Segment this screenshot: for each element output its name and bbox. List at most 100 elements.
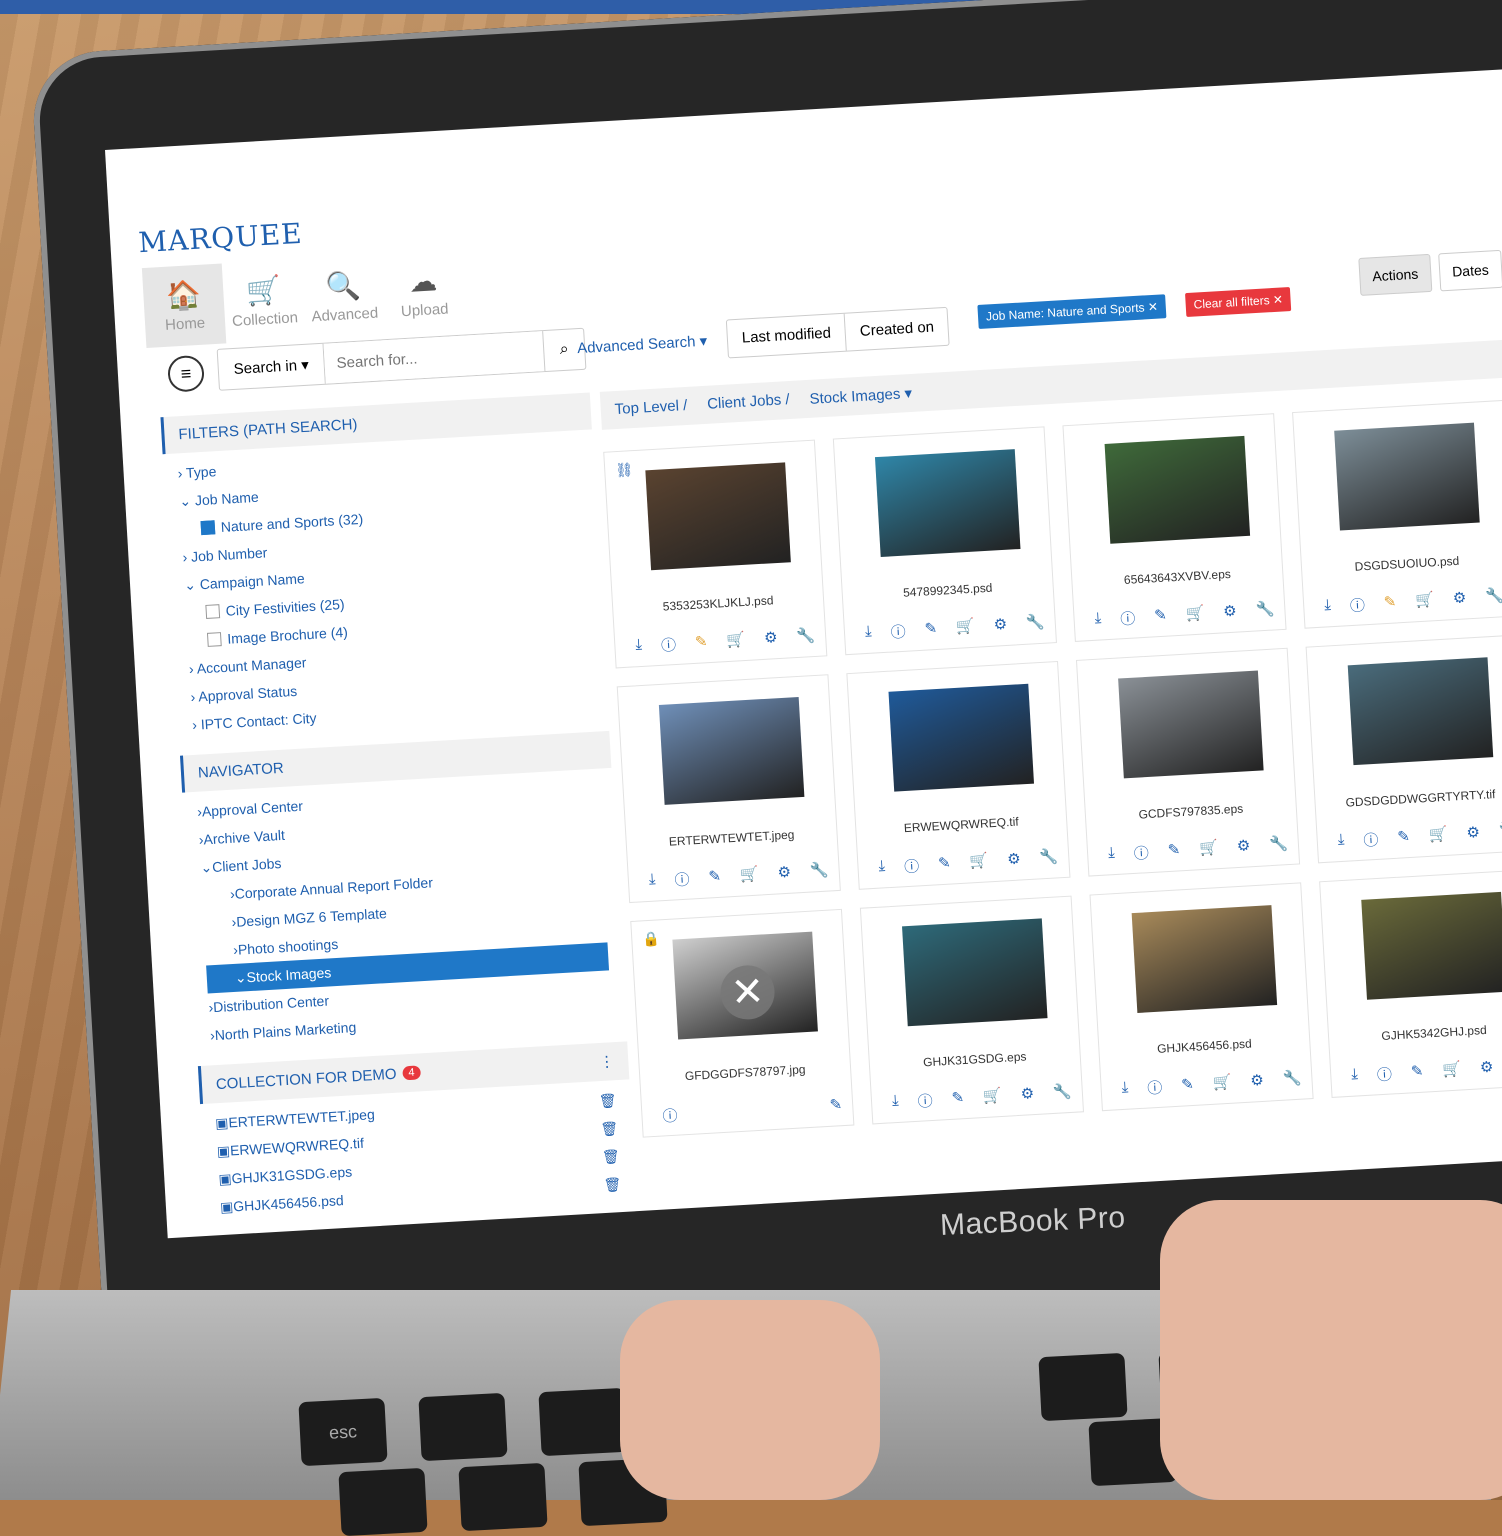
wrench-icon[interactable]: 🔧	[1282, 1069, 1302, 1091]
asset-card[interactable]: GCDFS797835.eps ⤓ ⓘ ✎ 🛒 ⚙ 🔧	[1075, 647, 1301, 877]
cart-add-icon[interactable]: 🛒	[1415, 590, 1435, 612]
trash-icon[interactable]: 🗑	[603, 1176, 622, 1194]
download-icon[interactable]: ⤓	[635, 636, 643, 657]
info-icon[interactable]: ⓘ	[1133, 842, 1149, 864]
filter-chip-job-name[interactable]: Job Name: Nature and Sports ✕	[977, 294, 1167, 330]
info-icon[interactable]: ⓘ	[1120, 607, 1136, 629]
asset-thumbnail[interactable]	[1334, 422, 1480, 531]
wrench-icon[interactable]: 🔧	[809, 861, 829, 883]
edit-icon[interactable]: ✎	[694, 632, 708, 654]
gear-icon[interactable]: ⚙	[1020, 1084, 1035, 1106]
dates-button[interactable]: Dates	[1438, 249, 1502, 292]
edit-icon[interactable]: ✎	[1181, 1075, 1195, 1097]
wrench-icon[interactable]: 🔧	[796, 626, 816, 648]
breadcrumb-stock-images[interactable]: Stock Images ▾	[809, 384, 912, 408]
asset-card[interactable]: 5478992345.psd ⤓ ⓘ ✎ 🛒 ⚙ 🔧	[832, 426, 1057, 656]
asset-thumbnail[interactable]	[874, 449, 1021, 558]
edit-icon[interactable]: ✎	[1167, 840, 1181, 862]
asset-thumbnail[interactable]	[1104, 435, 1251, 544]
asset-thumbnail[interactable]	[658, 696, 805, 805]
asset-card[interactable]: GDSDGDDWGGRTYRTY.tif ⤓ ⓘ ✎ 🛒 ⚙ 🔧	[1305, 634, 1502, 864]
info-icon[interactable]: ⓘ	[662, 1105, 678, 1127]
wrench-icon[interactable]: 🔧	[1255, 599, 1275, 621]
nav-advanced[interactable]: 🔍 Advanced	[302, 254, 386, 338]
edit-icon[interactable]: ✎	[1397, 827, 1411, 849]
wrench-icon[interactable]: 🔧	[1053, 1082, 1073, 1104]
gear-icon[interactable]: ⚙	[1452, 588, 1467, 610]
checkbox[interactable]	[206, 632, 222, 647]
download-icon[interactable]: ⤓	[1351, 1065, 1359, 1086]
info-icon[interactable]: ⓘ	[1363, 829, 1379, 851]
download-icon[interactable]: ⤓	[648, 871, 656, 892]
asset-card[interactable]: 65643643XVBV.eps ⤓ ⓘ ✎ 🛒 ⚙ 🔧	[1062, 413, 1287, 642]
info-icon[interactable]: ⓘ	[1147, 1077, 1163, 1099]
asset-card[interactable]: 🔒 ✕ GFDGGDFS78797.jpg ⓘ ✎	[630, 908, 855, 1138]
edit-icon[interactable]: ✎	[829, 1095, 843, 1117]
asset-card[interactable]: ERTERWTEWTET.jpeg ⤓ ⓘ ✎ 🛒 ⚙ 🔧	[616, 674, 841, 904]
asset-thumbnail[interactable]	[1347, 657, 1494, 766]
edit-icon[interactable]: ✎	[1383, 592, 1397, 614]
info-icon[interactable]: ⓘ	[1349, 594, 1365, 616]
search-scope-dropdown[interactable]: Search in ▾	[217, 343, 326, 390]
cart-add-icon[interactable]: 🛒	[1199, 838, 1219, 860]
nav-home[interactable]: 🏠 Home	[141, 263, 227, 348]
search-input[interactable]	[323, 331, 545, 384]
download-icon[interactable]: ⤓	[1324, 596, 1332, 617]
cart-add-icon[interactable]: 🛒	[1185, 604, 1205, 626]
edit-icon[interactable]: ✎	[1154, 606, 1168, 628]
cart-add-icon[interactable]: 🛒	[956, 617, 976, 639]
wrench-icon[interactable]: 🔧	[1039, 847, 1059, 869]
asset-card[interactable]: DSGDSUOIUO.psd ⤓ ⓘ ✎ 🛒 ⚙ 🔧	[1292, 399, 1502, 629]
asset-card[interactable]: GJHK5342GHJ.psd ⤓ⓘ✎🛒⚙🔧	[1319, 869, 1502, 1098]
cart-add-icon[interactable]: 🛒	[726, 630, 746, 652]
actions-button[interactable]: Actions	[1358, 253, 1433, 296]
gear-icon[interactable]: ⚙	[1250, 1071, 1265, 1093]
cart-add-icon[interactable]: 🛒	[969, 851, 989, 873]
download-icon[interactable]: ⤓	[1094, 609, 1102, 630]
download-icon[interactable]: ⤓	[892, 1092, 900, 1113]
asset-card[interactable]: GHJK31GSDG.eps ⤓ ⓘ ✎ 🛒 ⚙ 🔧	[859, 895, 1085, 1125]
edit-icon[interactable]: ✎	[924, 619, 938, 641]
sort-last-modified[interactable]: Last modified	[726, 313, 847, 358]
download-icon[interactable]: ⤓	[1108, 844, 1116, 865]
asset-thumbnail[interactable]	[1118, 670, 1264, 779]
gear-icon[interactable]: ⚙	[1223, 602, 1238, 624]
gear-icon[interactable]: ⚙	[1466, 823, 1481, 845]
gear-icon[interactable]: ⚙	[993, 615, 1008, 637]
info-icon[interactable]: ⓘ	[917, 1090, 933, 1112]
trash-icon[interactable]: 🗑	[600, 1120, 619, 1138]
advanced-search-dropdown[interactable]: Advanced Search ▾	[577, 332, 708, 357]
cart-add-icon[interactable]: 🛒	[1442, 1059, 1462, 1081]
asset-card[interactable]: GHJK456456.psd ⤓ ⓘ ✎ 🛒 ⚙ 🔧	[1089, 882, 1314, 1112]
asset-card[interactable]: ERWEWQRWREQ.tif ⤓ ⓘ ✎ 🛒 ⚙ 🔧	[846, 660, 1071, 890]
asset-thumbnail[interactable]	[1361, 891, 1502, 1000]
gear-icon[interactable]: ⚙	[764, 628, 779, 650]
download-icon[interactable]: ⤓	[1121, 1079, 1129, 1100]
breadcrumb-client-jobs[interactable]: Client Jobs /	[707, 391, 790, 414]
cart-add-icon[interactable]: 🛒	[983, 1086, 1003, 1108]
info-icon[interactable]: ⓘ	[904, 855, 920, 877]
nav-upload[interactable]: ☁ Upload	[381, 250, 465, 334]
gear-icon[interactable]: ⚙	[777, 863, 792, 885]
sort-created-on[interactable]: Created on	[845, 308, 949, 351]
cart-add-icon[interactable]: 🛒	[1428, 825, 1448, 847]
checkbox[interactable]	[205, 604, 221, 619]
trash-icon[interactable]: 🗑	[602, 1148, 621, 1166]
trash-icon[interactable]: 🗑	[598, 1092, 617, 1110]
menu-icon[interactable]: ≡	[167, 354, 206, 393]
gear-icon[interactable]: ⚙	[1007, 849, 1022, 871]
edit-icon[interactable]: ✎	[1410, 1062, 1424, 1084]
edit-icon[interactable]: ✎	[938, 854, 952, 876]
clear-filters-chip[interactable]: Clear all filters ✕	[1185, 286, 1292, 318]
asset-thumbnail[interactable]	[645, 462, 791, 571]
info-icon[interactable]: ⓘ	[674, 869, 690, 891]
download-icon[interactable]: ⤓	[864, 623, 872, 644]
gear-icon[interactable]: ⚙	[1236, 836, 1251, 858]
gear-icon[interactable]: ⚙	[1479, 1058, 1494, 1080]
cart-add-icon[interactable]: 🛒	[739, 865, 759, 887]
info-icon[interactable]: ⓘ	[890, 621, 906, 643]
wrench-icon[interactable]: 🔧	[1498, 821, 1502, 843]
asset-thumbnail[interactable]	[1131, 905, 1278, 1014]
breadcrumb-top-level[interactable]: Top Level /	[614, 397, 687, 419]
asset-thumbnail[interactable]	[888, 683, 1035, 792]
